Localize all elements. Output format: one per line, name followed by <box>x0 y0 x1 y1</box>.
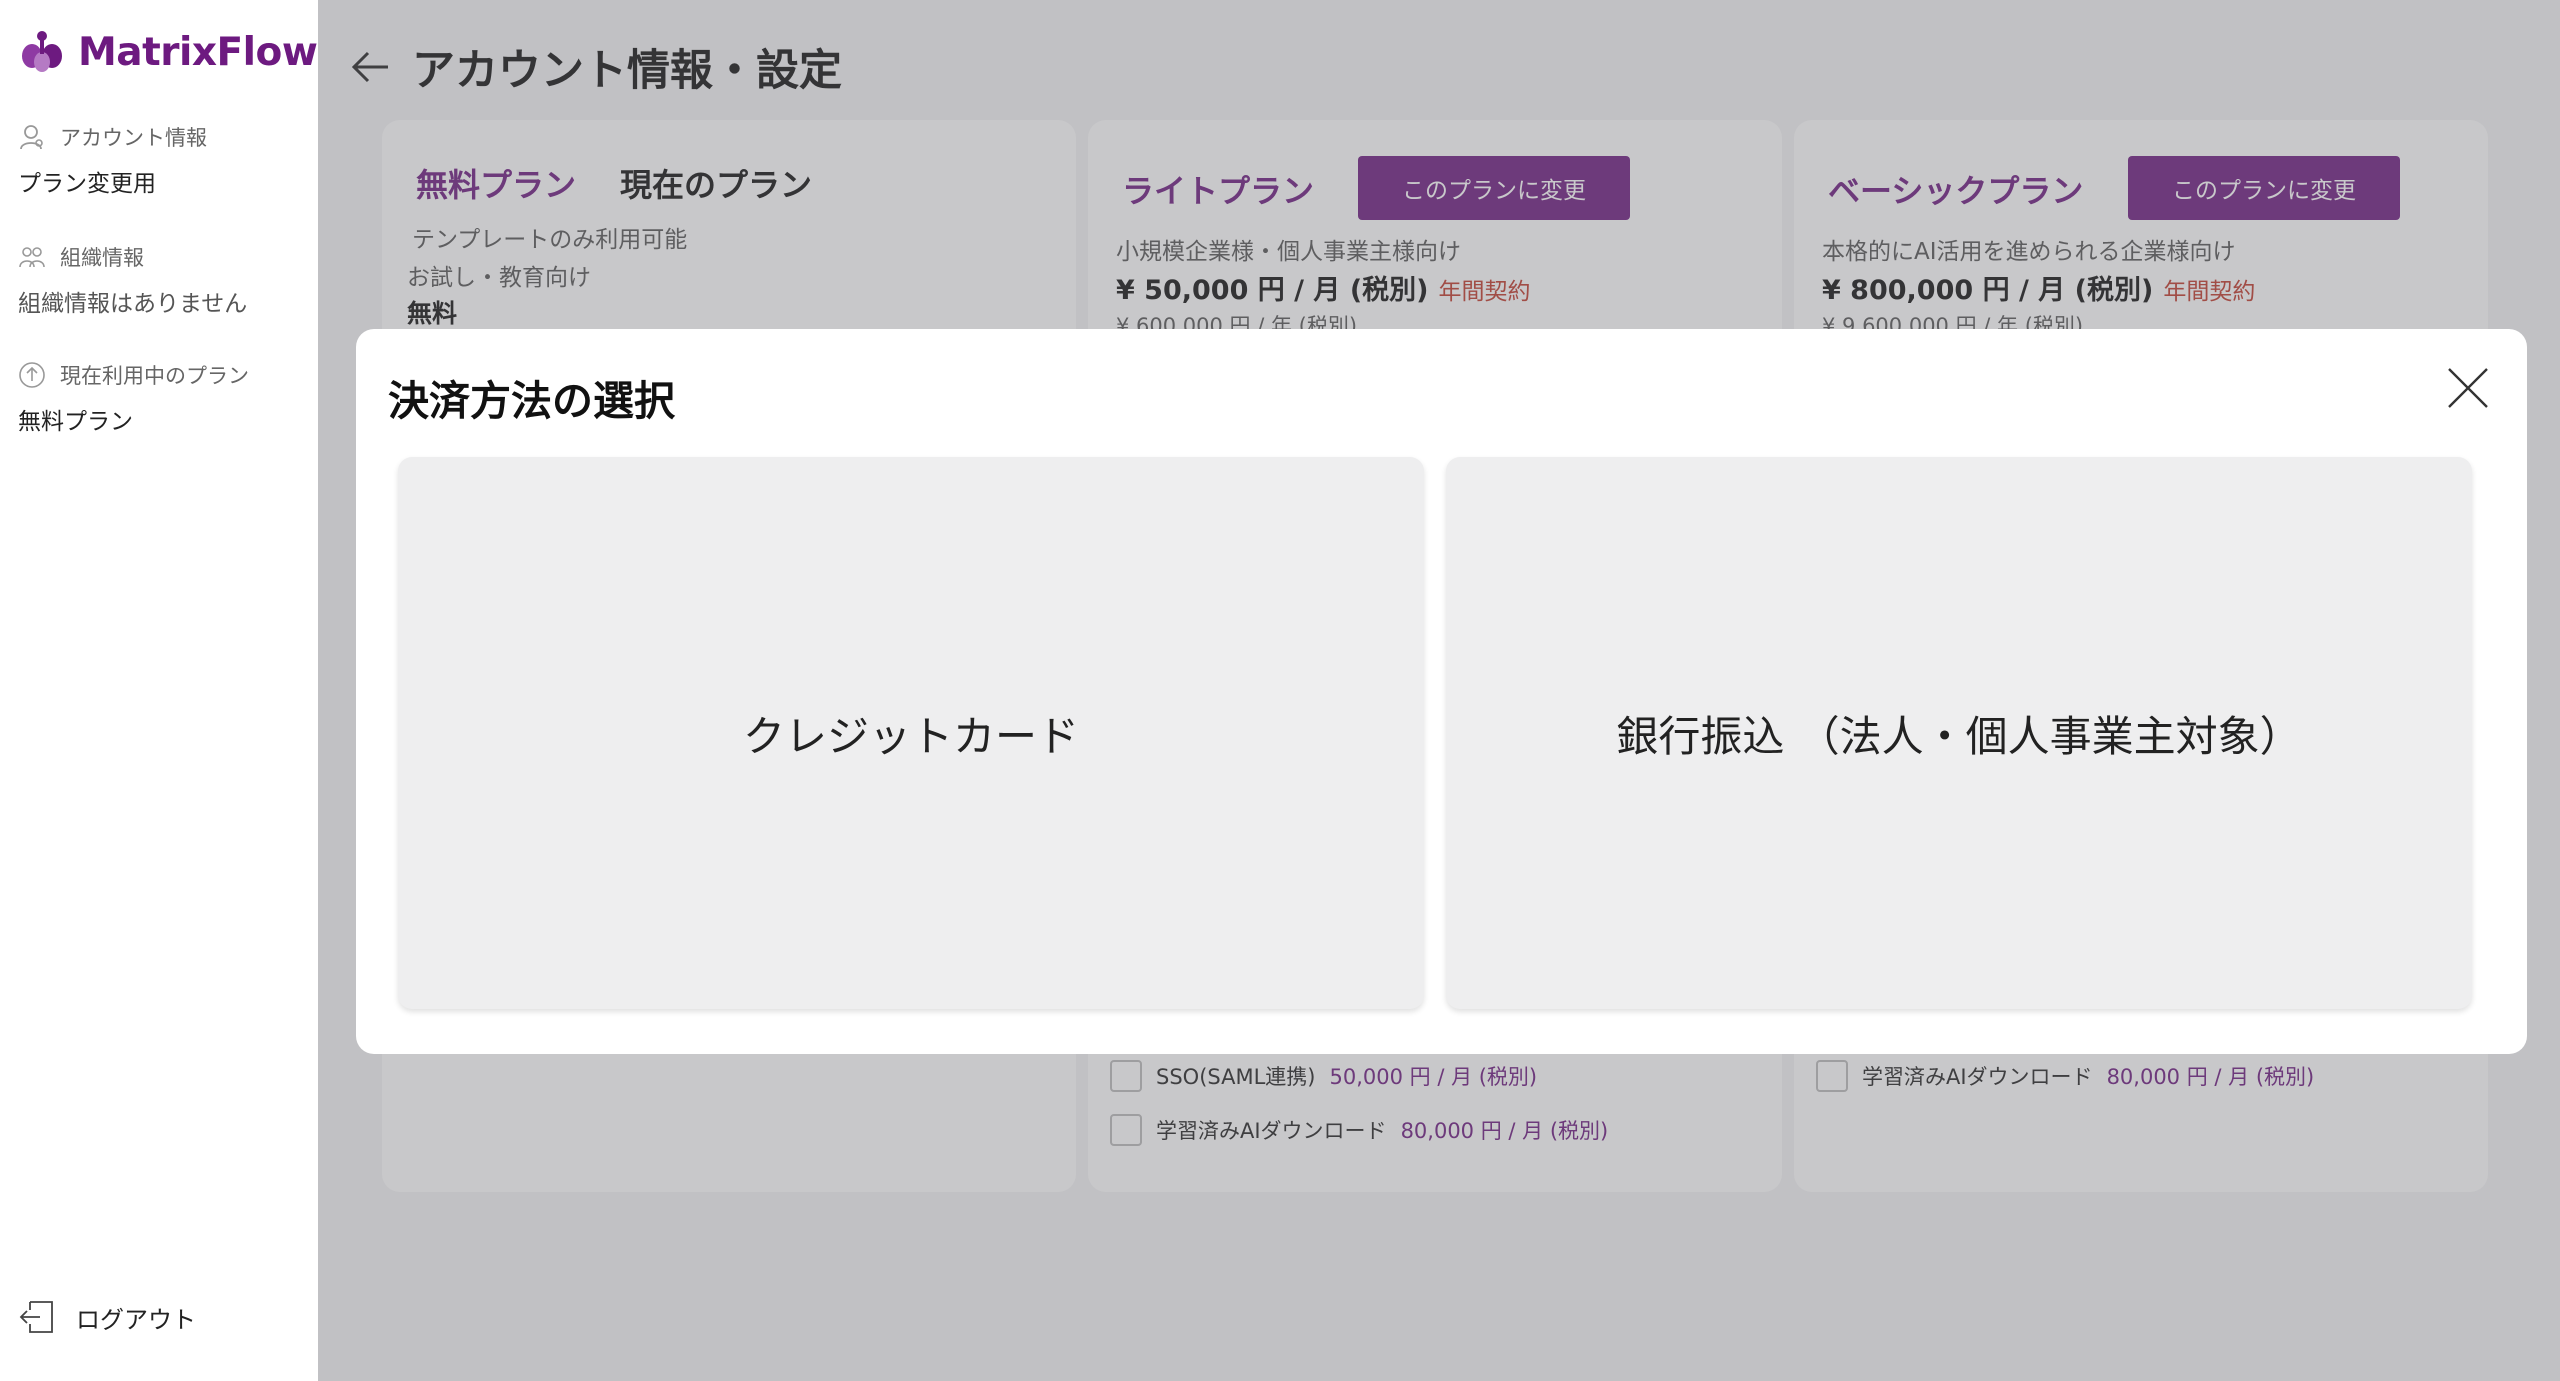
brand-name: MatrixFlow <box>78 29 318 75</box>
matrixflow-logo-icon <box>22 31 62 72</box>
sidebar-plan-value: 無料プラン <box>18 409 133 435</box>
sidebar-org-label: 組織情報 <box>60 246 144 270</box>
logout-icon <box>19 1301 53 1333</box>
sidebar-plan-section[interactable]: 現在利用中のプラン 無料プラン <box>18 360 249 436</box>
logout-label: ログアウト <box>76 1305 196 1334</box>
credit-card-option[interactable]: クレジットカード <box>398 457 1424 1009</box>
sidebar-account-section[interactable]: アカウント情報 プラン変更用 <box>18 122 207 198</box>
bank-transfer-option[interactable]: 銀行振込 （法人・個人事業主対象） <box>1446 457 2472 1009</box>
sidebar-account-label: アカウント情報 <box>60 126 207 150</box>
sidebar-plan-label: 現在利用中のプラン <box>60 364 249 388</box>
sidebar-org-value: 組織情報はありません <box>18 291 248 317</box>
upload-circle-icon <box>19 362 45 388</box>
sidebar: MatrixFlow アカウント情報 プラン変更用 組織情報 組織情報はありませ… <box>0 0 318 1381</box>
logout-button[interactable]: ログアウト <box>18 1298 196 1336</box>
modal-title: 決済方法の選択 <box>388 377 675 425</box>
group-icon <box>19 247 45 268</box>
close-icon[interactable] <box>2443 363 2493 413</box>
sidebar-org-section[interactable]: 組織情報 組織情報はありません <box>18 242 247 318</box>
sidebar-account-value: プラン変更用 <box>18 171 156 197</box>
user-icon <box>20 125 43 150</box>
brand-logo[interactable]: MatrixFlow <box>16 26 318 78</box>
payment-method-modal: 決済方法の選択 クレジットカード 銀行振込 （法人・個人事業主対象） <box>356 329 2527 1054</box>
